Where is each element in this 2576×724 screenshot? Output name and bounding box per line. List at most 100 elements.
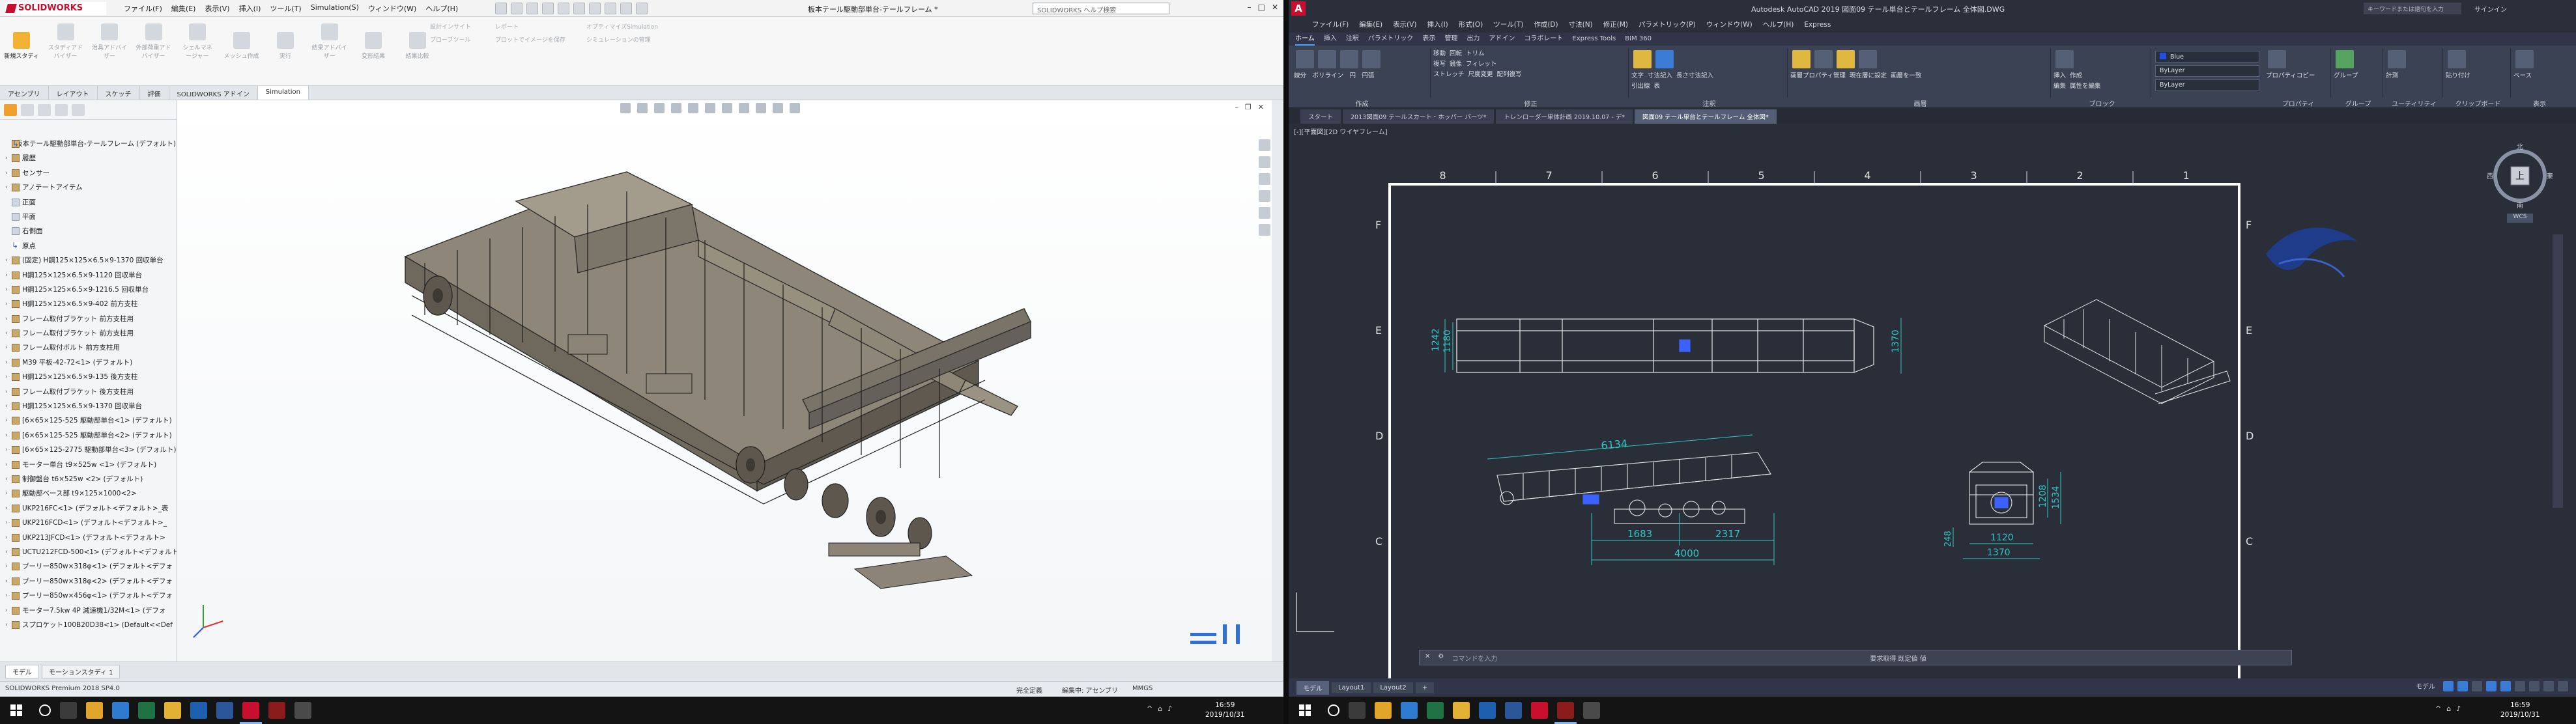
ac-ribbon-tab[interactable]: 注釈	[1346, 33, 1359, 46]
other-app-icon[interactable]	[294, 702, 311, 719]
layer-state-icon[interactable]	[1814, 50, 1833, 68]
network-icon[interactable]: ⌂	[1158, 704, 1162, 713]
dim-plan-1180[interactable]: 1180	[1442, 329, 1453, 353]
outlook-icon[interactable]	[190, 702, 207, 719]
select-icon[interactable]	[589, 3, 601, 14]
linetype-dropdown[interactable]: ByLayer	[2155, 65, 2259, 77]
sw-menu-edit[interactable]: 編集(E)	[171, 3, 196, 14]
stretch-command[interactable]: ストレッチ	[1433, 70, 1465, 79]
expand-chevron-icon[interactable]: ›	[5, 589, 8, 603]
expand-chevron-icon[interactable]: ›	[5, 166, 8, 180]
study-advisor-button[interactable]: スタディアドバイザー	[48, 21, 83, 60]
edge-icon-2[interactable]	[1401, 702, 1418, 719]
ac-ribbon-tab[interactable]: BIM 360	[1625, 33, 1652, 46]
edge-icon[interactable]	[112, 702, 129, 719]
expand-chevron-icon[interactable]: ›	[5, 180, 8, 195]
deformed-result-button[interactable]: 変形結果	[356, 29, 391, 68]
text-icon[interactable]	[1633, 50, 1652, 68]
linear-dim-command[interactable]: 長さ寸法記入	[1676, 72, 1713, 81]
windows-start-icon-2[interactable]	[1299, 704, 1311, 716]
dimension-command[interactable]: 寸法記入	[1648, 72, 1672, 81]
ac-layout-tab[interactable]: +	[1415, 682, 1435, 693]
cortana-icon-2[interactable]	[1328, 704, 1339, 716]
edit-block-command[interactable]: 編集	[2054, 82, 2066, 91]
ac-file-tab[interactable]: 2013図面09 テールスカート・ホッパー パーツ*	[1343, 109, 1495, 124]
tree-item[interactable]: 右側面	[4, 224, 177, 238]
tree-item[interactable]: › フレーム取付ボルト 前方支柱用	[4, 341, 177, 355]
tab-sketch[interactable]: スケッチ	[98, 86, 140, 100]
expand-chevron-icon[interactable]: ›	[5, 604, 8, 618]
tray-chevron-icon-2[interactable]: ^	[2435, 704, 2441, 713]
expand-chevron-icon[interactable]: ›	[5, 151, 8, 165]
save-icon[interactable]	[542, 3, 554, 14]
create-block-command[interactable]: 作成	[2070, 72, 2082, 81]
ac-panel-utilities-label[interactable]: ユーティリティ	[2386, 98, 2442, 108]
sw-search-input[interactable]: SOLIDWORKS ヘルプ検索	[1033, 3, 1169, 14]
polar-toggle-icon[interactable]	[2486, 681, 2497, 691]
maximize-icon[interactable]: □	[1258, 3, 1265, 12]
word-icon[interactable]	[216, 702, 233, 719]
osnap-toggle-icon[interactable]	[2500, 681, 2511, 691]
tab-layout[interactable]: レイアウト	[49, 86, 98, 100]
tree-item[interactable]: › フレーム取付ブラケット 前方支柱用	[4, 312, 177, 326]
windows-start-icon[interactable]	[10, 704, 22, 716]
sw-menu-tools[interactable]: ツール(T)	[270, 3, 301, 14]
ac-menu-item[interactable]: Express	[1804, 17, 1831, 33]
table-command[interactable]: 表	[1654, 82, 1661, 91]
dim-1120[interactable]: 1120	[1990, 533, 2014, 543]
taskbar-clock-left[interactable]: 16:59 2019/10/31	[1205, 701, 1245, 720]
excel-icon-2[interactable]	[1427, 702, 1444, 719]
file-explorer-icon-2[interactable]	[1375, 702, 1392, 719]
text-command[interactable]: 文字	[1631, 72, 1644, 81]
expand-chevron-icon[interactable]: ›	[5, 428, 8, 443]
ac-search-input[interactable]: キーワードまたは語句を入力	[2364, 3, 2461, 14]
layer-properties-command[interactable]: 画層プロパティ管理	[1790, 72, 1846, 81]
property-manager-icon[interactable]	[21, 104, 34, 116]
line-icon[interactable]	[1296, 50, 1314, 68]
tree-item[interactable]: › フレーム取付ブラケット 後方支柱用	[4, 385, 177, 399]
tree-item[interactable]: › H鋼125×125×6.5×9-1120 回収単台	[4, 268, 177, 283]
volume-icon[interactable]: ♪	[1167, 704, 1172, 713]
command-settings-icon[interactable]: ⚙	[1438, 653, 1444, 662]
ac-menu-item[interactable]: 作成(D)	[1534, 17, 1558, 33]
tree-item[interactable]: › モーター単台 t9×525w <1> (デフォルト)	[4, 458, 177, 472]
expand-chevron-icon[interactable]: ›	[5, 472, 8, 486]
feature-tree-icon[interactable]	[4, 104, 17, 116]
dimxpert-icon[interactable]	[55, 104, 68, 116]
edit-attributes-command[interactable]: 属性を編集	[2070, 82, 2101, 91]
tab-motion-study[interactable]: モーションスタディ 1	[42, 665, 121, 678]
optimize-simulation-command[interactable]: オプティマイズSimulation	[586, 21, 717, 34]
customize-menu-icon[interactable]	[2558, 681, 2568, 691]
tree-item[interactable]: 平面	[4, 210, 177, 224]
expand-chevron-icon[interactable]: ›	[5, 268, 8, 283]
ac-menu-item[interactable]: 修正(M)	[1603, 17, 1628, 33]
expand-chevron-icon[interactable]: ›	[5, 413, 8, 428]
tree-item[interactable]: › UKP216FC<1> (デフォルト<デフォルト>_表	[4, 501, 177, 516]
ac-menu-item[interactable]: ファイル(F)	[1312, 17, 1349, 33]
dim-1208[interactable]: 1208	[2038, 484, 2048, 508]
grid-toggle-icon[interactable]	[2443, 681, 2454, 691]
ac-menu-item[interactable]: ツール(T)	[1493, 17, 1523, 33]
group-command[interactable]: グループ	[2334, 72, 2358, 81]
model-space-label[interactable]: モデル	[2416, 681, 2435, 691]
outlook-icon-2[interactable]	[1479, 702, 1496, 719]
volume-icon-2[interactable]: ♪	[2456, 704, 2461, 713]
tab-assembly[interactable]: アセンブリ	[0, 86, 49, 100]
polyline-label[interactable]: ポリライン	[1313, 72, 1344, 81]
close-icon[interactable]: ✕	[1272, 3, 1278, 12]
mesh-button[interactable]: メッシュ作成	[224, 29, 259, 68]
tree-item[interactable]: › センサー	[4, 166, 177, 180]
print-icon[interactable]	[558, 3, 569, 14]
paste-icon[interactable]	[2448, 50, 2466, 68]
other-app-icon-2[interactable]	[1583, 702, 1600, 719]
minimize-icon[interactable]: –	[1248, 3, 1252, 12]
array-command[interactable]: 配列複写	[1497, 70, 1522, 79]
ac-ribbon-tab[interactable]: 管理	[1444, 33, 1457, 46]
ac-signin-link[interactable]: サインイン	[2474, 4, 2507, 14]
ac-menu-item[interactable]: 形式(O)	[1459, 17, 1483, 33]
dim-1534[interactable]: 1534	[2051, 486, 2061, 509]
conveyor-3d-model[interactable]	[177, 100, 1272, 661]
layer-freeze-icon[interactable]	[1837, 50, 1855, 68]
tab-simulation[interactable]: Simulation	[257, 86, 309, 100]
dim-plan-1242[interactable]: 1242	[1431, 328, 1441, 352]
